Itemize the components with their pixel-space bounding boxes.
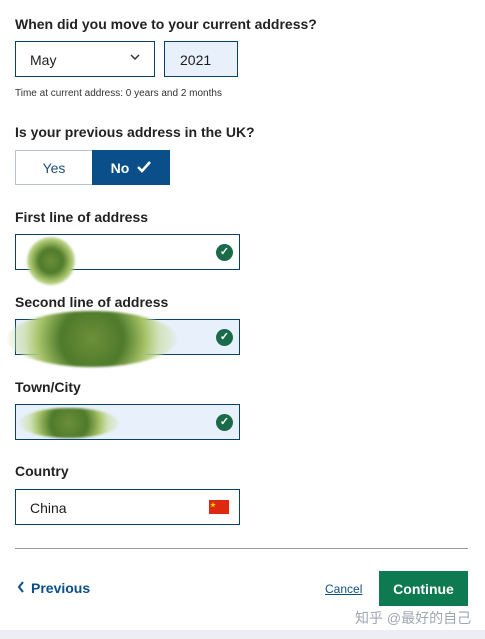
country-select[interactable]: China (15, 489, 240, 525)
first-line-label: First line of address (15, 209, 149, 225)
time-at-address-text: Time at current address: 0 years and 2 m… (15, 88, 222, 99)
cancel-link[interactable]: Cancel (325, 582, 362, 596)
redaction-blur-image (27, 237, 75, 285)
continue-label: Continue (393, 580, 454, 597)
chevron-down-icon (130, 51, 140, 65)
valid-check-icon: ✓ (216, 414, 233, 431)
month-value: May (30, 52, 57, 68)
uk-question: Is your previous address in the UK? (15, 124, 255, 140)
redaction-blur-image (19, 408, 119, 438)
country-value: China (30, 500, 67, 516)
no-button[interactable]: No (92, 150, 170, 185)
continue-button[interactable]: Continue (379, 571, 468, 606)
country-label: Country (15, 463, 69, 479)
valid-check-icon: ✓ (216, 244, 233, 261)
yes-label: Yes (42, 159, 66, 176)
valid-check-icon: ✓ (216, 329, 233, 346)
yes-button[interactable]: Yes (15, 150, 93, 185)
bottom-strip (0, 630, 485, 639)
year-input[interactable]: 2021 (164, 41, 238, 77)
town-label: Town/City (15, 379, 81, 395)
year-value: 2021 (180, 52, 212, 68)
previous-label: Previous (31, 580, 91, 596)
checkmark-icon (137, 160, 152, 176)
redaction-blur-image (7, 311, 177, 367)
chevron-left-icon (17, 580, 25, 596)
watermark-text: 知乎 @最好的自己 (355, 610, 472, 626)
divider (15, 548, 468, 549)
month-select[interactable]: May (15, 41, 155, 77)
previous-link[interactable]: Previous (17, 580, 90, 596)
move-date-question: When did you move to your current addres… (15, 16, 317, 32)
second-line-label: Second line of address (15, 294, 169, 310)
china-flag-icon (209, 500, 229, 514)
no-label: No (110, 159, 130, 176)
